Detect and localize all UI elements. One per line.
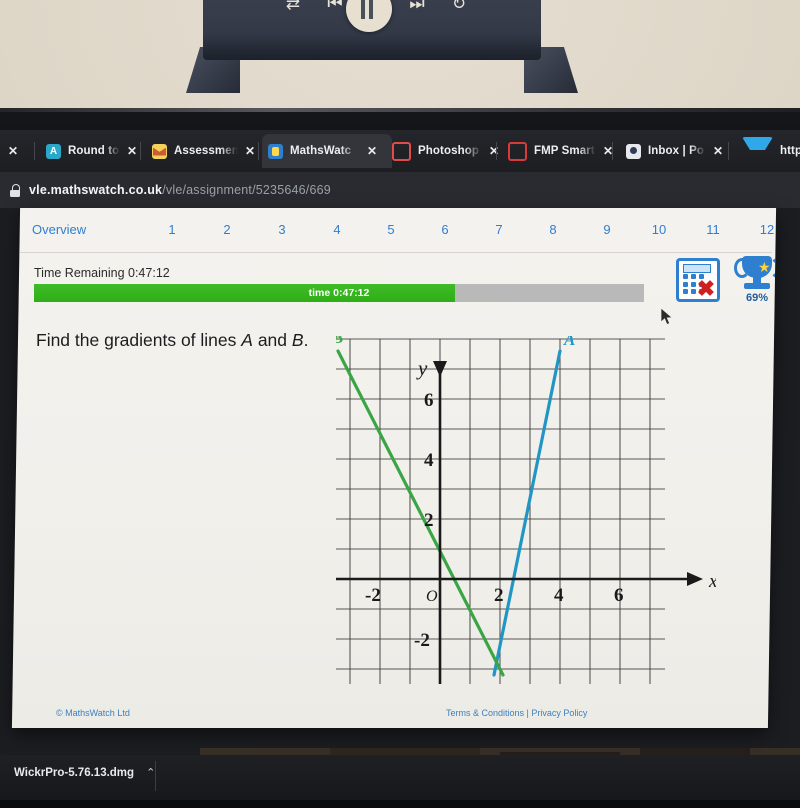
nav-item-q2[interactable]: 2	[218, 222, 236, 237]
tab-label: MathsWatc	[290, 145, 352, 157]
browser-tab-inbox[interactable]: Inbox | Po ✕	[620, 134, 738, 168]
tab-label: Photoshop	[418, 145, 479, 157]
svg-text:x: x	[708, 571, 716, 592]
browser-tab-fmp-smart[interactable]: FMP Smart ✕	[502, 134, 622, 168]
nav-item-q12[interactable]: 12	[758, 222, 776, 237]
nav-item-q1[interactable]: 1	[163, 222, 181, 237]
nav-item-q5[interactable]: 5	[382, 222, 400, 237]
browser-tab-https[interactable]: https	[736, 134, 800, 168]
footer-terms-links[interactable]: Terms & Conditions | Privacy Policy	[446, 708, 587, 718]
next-track-icon[interactable]: ⏭	[403, 0, 431, 18]
assignment-page: Overview 1 2 3 4 5 6 7 8 9 10 11 12 Time…	[11, 208, 777, 728]
coordinate-graph: x y -2 O 2 4 6 -2 2 4 6 A B	[336, 336, 716, 706]
svg-text:6: 6	[424, 390, 434, 411]
svg-text:4: 4	[424, 450, 434, 471]
trophy-percent-label: 69%	[745, 292, 769, 304]
svg-text:2: 2	[494, 585, 504, 606]
svg-text:-2: -2	[414, 630, 430, 651]
chevron-up-icon[interactable]: ⌃	[146, 766, 155, 779]
pause-icon[interactable]	[346, 0, 392, 32]
previous-track-icon[interactable]: ⏮	[321, 0, 349, 18]
nav-item-q9[interactable]: 9	[598, 222, 616, 237]
browser-tab-strip: ✕ Round to s ✕ Assessmen ✕ MathsWatc ✕ P…	[0, 130, 800, 172]
svg-text:4: 4	[554, 585, 564, 606]
star-icon: ★	[758, 259, 771, 275]
mouse-cursor	[661, 308, 673, 325]
tab-label: Assessmen	[174, 145, 238, 157]
tab-favicon-icon	[392, 141, 411, 161]
close-icon[interactable]: ✕	[127, 144, 137, 158]
nav-item-q4[interactable]: 4	[328, 222, 346, 237]
nav-item-q7[interactable]: 7	[490, 222, 508, 237]
question-mid: and	[252, 330, 292, 350]
graph-svg: x y -2 O 2 4 6 -2 2 4 6 A B	[336, 336, 716, 684]
browser-tab-round-to[interactable]: Round to s ✕	[40, 134, 150, 168]
question-line-b-label: B	[291, 330, 304, 350]
close-icon[interactable]: ✕	[489, 144, 499, 158]
time-progress-track: time 0:47:12	[34, 284, 644, 302]
nav-item-q11[interactable]: 11	[704, 222, 722, 237]
tab-favicon-icon	[268, 143, 283, 159]
calculator-not-allowed-icon: ✖	[676, 258, 720, 302]
time-progress-label: time 0:47:12	[308, 287, 370, 299]
downloads-bar: WickrPro-5.76.13.dmg ⌃	[0, 755, 800, 800]
tab-favicon-icon	[152, 143, 167, 159]
question-prefix: Find the gradients of lines	[36, 330, 242, 350]
trophy-score-widget: ★ 69%	[734, 256, 777, 308]
browser-tab-assessment[interactable]: Assessmen ✕	[146, 134, 268, 168]
url-path: /vle/assignment/5235646/669	[162, 183, 331, 197]
tab-label: Round to s	[68, 145, 120, 157]
tab-favicon-icon	[742, 137, 773, 165]
browser-tab-photoshop[interactable]: Photoshop ✕	[386, 134, 506, 168]
svg-text:B: B	[336, 336, 343, 347]
nav-item-q8[interactable]: 8	[544, 222, 562, 237]
nav-item-q6[interactable]: 6	[436, 222, 454, 237]
tab-label: Inbox | Po	[648, 145, 704, 157]
cross-icon: ✖	[696, 276, 716, 301]
question-line-a-label: A	[241, 330, 253, 350]
svg-text:y: y	[416, 356, 428, 380]
bezel-highlight	[0, 108, 800, 112]
shuffle-icon[interactable]: ⇄	[279, 0, 307, 18]
close-icon[interactable]: ✕	[367, 144, 377, 158]
url-text: vle.mathswatch.co.uk/vle/assignment/5235…	[29, 183, 331, 197]
device-shadow	[203, 34, 541, 60]
nav-item-q10[interactable]: 10	[650, 222, 668, 237]
tab-label: FMP Smart	[534, 145, 595, 157]
question-suffix: .	[303, 330, 309, 350]
url-domain: vle.mathswatch.co.uk	[29, 183, 163, 197]
time-remaining-label: Time Remaining 0:47:12	[34, 266, 170, 280]
media-player-device: ⇄ ⏮ ⏭ ↻	[203, 0, 541, 60]
tab-favicon-icon	[626, 143, 641, 159]
svg-text:A: A	[563, 336, 575, 349]
address-bar[interactable]: vle.mathswatch.co.uk/vle/assignment/5235…	[0, 172, 800, 208]
close-icon[interactable]: ✕	[713, 144, 723, 158]
question-text: Find the gradients of lines A and B.	[36, 330, 308, 351]
nav-item-overview[interactable]: Overview	[32, 222, 86, 237]
nav-item-q3[interactable]: 3	[273, 222, 291, 237]
svg-text:6: 6	[614, 585, 624, 606]
close-icon[interactable]: ✕	[245, 144, 255, 158]
tab-favicon-icon	[46, 143, 61, 159]
question-nav: Overview 1 2 3 4 5 6 7 8 9 10 11 12	[16, 218, 774, 253]
browser-tab-mathswatch[interactable]: MathsWatc ✕	[262, 134, 392, 168]
svg-text:O: O	[426, 588, 438, 605]
download-file-name: WickrPro-5.76.13.dmg	[14, 766, 135, 779]
tab-label: https	[780, 145, 800, 157]
svg-text:2: 2	[424, 510, 434, 531]
svg-text:-2: -2	[365, 585, 381, 606]
repeat-icon[interactable]: ↻	[445, 0, 473, 18]
tab-favicon-icon	[508, 141, 527, 161]
trophy-icon: ★	[742, 256, 772, 278]
close-icon[interactable]: ✕	[8, 144, 18, 158]
download-item[interactable]: WickrPro-5.76.13.dmg ⌃	[14, 766, 155, 780]
browser-tab-partial[interactable]: ✕	[0, 134, 36, 168]
lock-icon	[10, 183, 20, 197]
footer-copyright: © MathsWatch Ltd	[56, 708, 130, 718]
